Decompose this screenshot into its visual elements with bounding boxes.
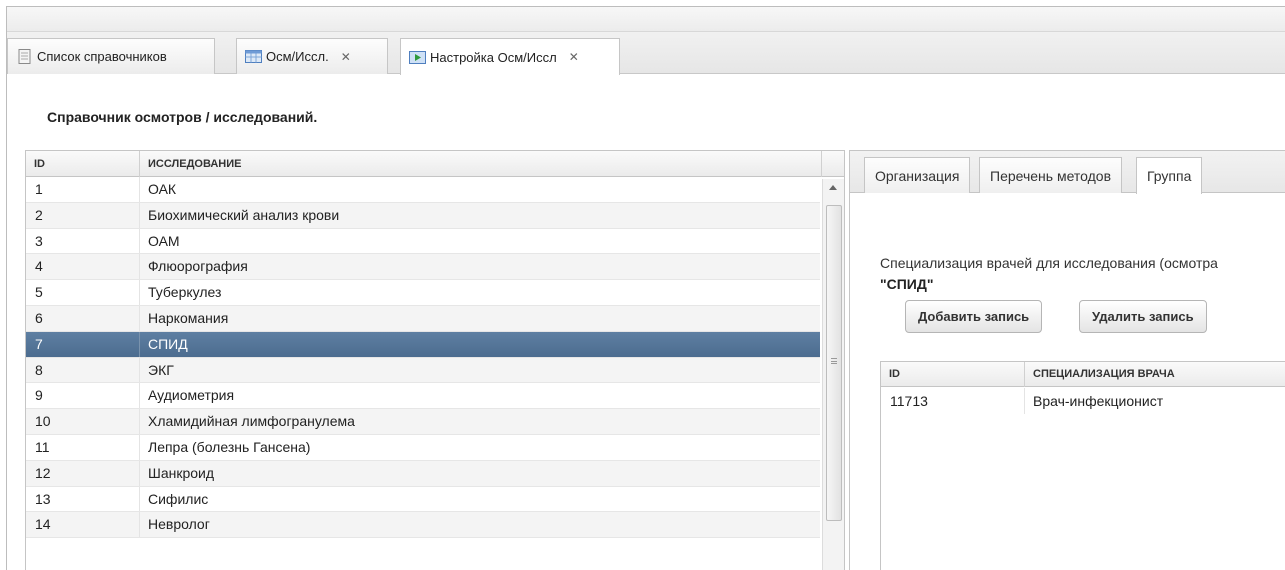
scrollbar-thumb[interactable] <box>826 205 842 521</box>
table-row[interactable]: 10 Хламидийная лимфогранулема <box>26 409 820 435</box>
tab-group[interactable]: Группа <box>1136 157 1203 194</box>
row-id: 3 <box>35 232 43 249</box>
column-divider <box>139 331 140 357</box>
column-divider <box>1024 388 1025 414</box>
grid-header: ID ИССЛЕДОВАНИЕ <box>26 151 844 177</box>
table-row[interactable]: 1 ОАК <box>26 177 820 203</box>
tab-label: Список справочников <box>37 49 167 64</box>
row-exam-name: Невролог <box>148 516 210 533</box>
row-id: 6 <box>35 309 43 326</box>
column-divider <box>139 305 140 331</box>
column-header-exam[interactable]: ИССЛЕДОВАНИЕ <box>140 151 822 177</box>
row-id: 11713 <box>890 393 928 409</box>
row-id: 8 <box>35 361 43 378</box>
column-divider <box>139 512 140 538</box>
row-exam-name: Наркомания <box>148 309 229 326</box>
column-divider <box>139 254 140 280</box>
exams-grid: ID ИССЛЕДОВАНИЕ 1 ОАК 2 Биохимический анали… <box>25 150 845 570</box>
column-divider <box>139 460 140 486</box>
row-id: 12 <box>35 464 51 481</box>
tab-exam-settings[interactable]: Настройка Осм/Иссл ✕ <box>400 38 620 75</box>
row-id: 2 <box>35 206 43 223</box>
row-id: 11 <box>35 438 50 455</box>
row-exam-name: Лепра (болезнь Гансена) <box>148 438 311 455</box>
column-divider <box>139 228 140 254</box>
row-id: 1 <box>35 181 43 197</box>
description-text: Специализация врачей для исследования (о… <box>880 255 1218 271</box>
specialization-grid: ID СПЕЦИАЛИЗАЦИЯ ВРАЧА 11713 Врач-инфекц… <box>880 361 1285 570</box>
tab-label: Осм/Иссл. <box>266 49 329 64</box>
main-tab-strip: Список справочников Осм/Иссл. ✕ Настройк… <box>7 32 1285 75</box>
column-divider <box>139 434 140 460</box>
table-row[interactable]: 12 Шанкроид <box>26 460 820 487</box>
row-exam-name: Шанкроид <box>148 464 215 481</box>
table-row[interactable]: 4 Флюорография <box>26 254 820 281</box>
detail-panel: Организация Перечень методов Группа Спец… <box>849 150 1285 570</box>
row-id: 5 <box>35 284 43 301</box>
table-row[interactable]: 14 Невролог <box>26 512 820 539</box>
row-id: 7 <box>35 335 43 352</box>
row-id: 13 <box>35 490 51 507</box>
column-header-id[interactable]: ID <box>26 151 140 177</box>
page-title: Справочник осмотров / исследований. <box>47 109 318 125</box>
table-row[interactable]: 5 Туберкулез <box>26 280 820 306</box>
row-exam-name: ОАМ <box>148 232 180 249</box>
column-divider <box>139 383 140 409</box>
table-row[interactable]: 13 Сифилис <box>26 486 820 513</box>
column-divider <box>139 409 140 434</box>
row-id: 10 <box>35 413 51 430</box>
column-header-id[interactable]: ID <box>881 362 1025 387</box>
table-row[interactable]: 3 ОАМ <box>26 228 820 255</box>
table-row[interactable]: 11713 Врач-инфекционист <box>881 388 1285 414</box>
column-divider <box>139 357 140 383</box>
row-id: 9 <box>35 387 43 404</box>
delete-record-button[interactable]: Удалить запись <box>1079 300 1207 333</box>
column-divider <box>139 486 140 512</box>
row-exam-name: Биохимический анализ крови <box>148 206 340 223</box>
row-exam-name: Хламидийная лимфогранулема <box>148 413 355 430</box>
exams-rows: 1 ОАК 2 Биохимический анализ крови 3 ОАМ 4 Флюо… <box>26 177 820 539</box>
table-row[interactable]: 11 Лепра (болезнь Гансена) <box>26 434 820 461</box>
tab-methods-list[interactable]: Перечень методов <box>979 157 1123 193</box>
exam-name: "СПИД" <box>880 276 934 292</box>
row-id: 4 <box>35 258 43 275</box>
row-specialization: Врач-инфекционист <box>1033 393 1164 409</box>
add-record-button[interactable]: Добавить запись <box>905 300 1043 333</box>
row-exam-name: ОАК <box>148 181 177 197</box>
app-window: Список справочников Осм/Иссл. ✕ Настройк… <box>6 6 1285 570</box>
row-exam-name: Аудиометрия <box>148 387 235 404</box>
grip-icon <box>831 358 837 364</box>
grid-header: ID СПЕЦИАЛИЗАЦИЯ ВРАЧА <box>881 362 1285 387</box>
vertical-scrollbar[interactable] <box>822 179 844 570</box>
tab-directory-list[interactable]: Список справочников <box>7 38 215 74</box>
scroll-up-icon[interactable] <box>829 185 837 190</box>
tab-exams[interactable]: Осм/Иссл. ✕ <box>236 38 388 74</box>
close-icon[interactable]: ✕ <box>341 50 351 64</box>
row-exam-name: Туберкулез <box>148 284 222 301</box>
row-id: 14 <box>35 516 51 533</box>
table-icon <box>245 50 262 63</box>
table-row[interactable]: 6 Наркомания <box>26 305 820 332</box>
column-divider <box>139 202 140 228</box>
table-row[interactable]: 9 Аудиометрия <box>26 383 820 410</box>
row-exam-name: Флюорография <box>148 258 248 275</box>
row-exam-name: СПИД <box>148 335 188 352</box>
table-row[interactable]: 2 Биохимический анализ крови <box>26 202 820 229</box>
tab-organization[interactable]: Организация <box>864 157 971 193</box>
column-header-specialization[interactable]: СПЕЦИАЛИЗАЦИЯ ВРАЧА <box>1025 362 1285 387</box>
column-divider <box>139 280 140 305</box>
tab-label: Настройка Осм/Иссл <box>430 49 557 65</box>
close-icon[interactable]: ✕ <box>569 50 579 64</box>
top-bar <box>7 7 1285 32</box>
table-row[interactable]: 7 СПИД <box>26 331 820 358</box>
detail-tab-strip: Организация Перечень методов Группа <box>850 151 1285 194</box>
column-divider <box>139 177 140 202</box>
table-row[interactable]: 8 ЭКГ <box>26 357 820 384</box>
row-exam-name: ЭКГ <box>148 361 174 378</box>
row-exam-name: Сифилис <box>148 490 209 507</box>
play-icon <box>409 50 426 64</box>
document-icon <box>18 49 31 64</box>
